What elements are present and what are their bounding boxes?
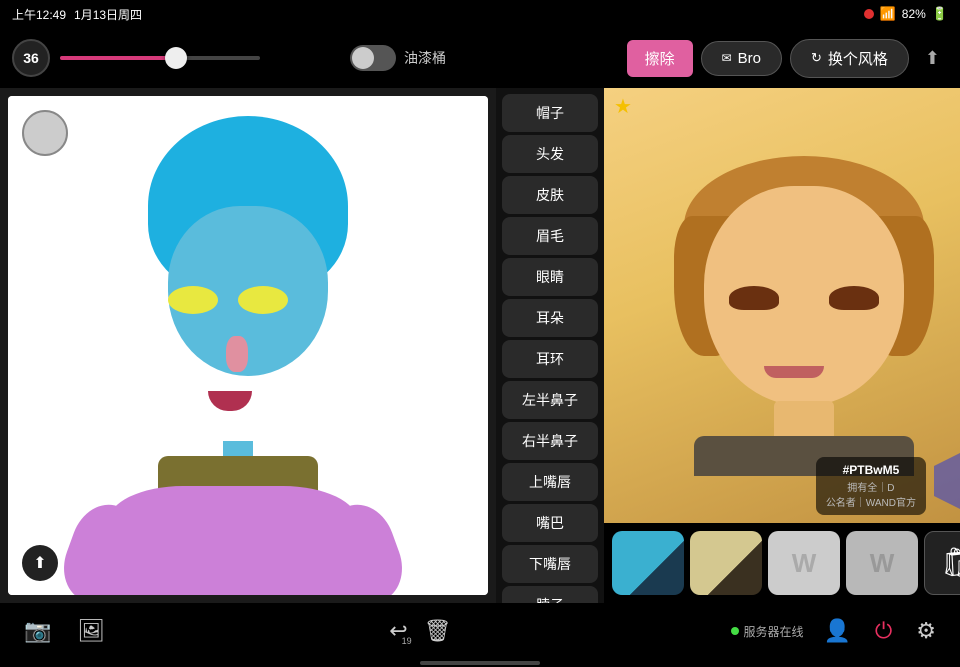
menu-item-eyebrow[interactable]: 眉毛 bbox=[502, 217, 598, 255]
ref-sub: 拥有全｜D bbox=[826, 479, 916, 494]
settings-icon: ⚙ bbox=[916, 618, 936, 643]
camera-button[interactable]: 📷 bbox=[20, 614, 55, 648]
person-icon: 👤 bbox=[823, 618, 850, 643]
bro-button[interactable]: ✉ Bro bbox=[701, 41, 782, 76]
bag-icon: 🛍 bbox=[941, 546, 960, 581]
swatch-w1[interactable]: W bbox=[768, 531, 840, 595]
main-layout: 36 油漆桶 擦除 ✉ Bro ↻ 换个风格 ⬆ bbox=[0, 28, 960, 667]
camera-icon: 📷 bbox=[24, 618, 51, 643]
brush-size-display: 36 bbox=[12, 39, 50, 77]
menu-item-hat[interactable]: 帽子 bbox=[502, 94, 598, 132]
oil-bucket-switch[interactable] bbox=[350, 45, 396, 71]
menu-item-earring[interactable]: 耳环 bbox=[502, 340, 598, 378]
menu-item-neck[interactable]: 脖子 bbox=[502, 586, 598, 603]
hex-icon bbox=[934, 451, 960, 511]
status-bar: 上午12:49 1月13日周四 📶 82% 🔋 bbox=[0, 0, 960, 28]
brush-slider-thumb[interactable] bbox=[165, 47, 187, 69]
record-indicator bbox=[864, 9, 874, 19]
oil-bucket-toggle: 油漆桶 bbox=[350, 45, 446, 71]
bro-icon: ✉ bbox=[722, 51, 732, 65]
eye-left-drawing bbox=[168, 286, 218, 314]
canvas-wrapper[interactable]: ⬆ bbox=[8, 96, 488, 595]
refresh-icon: ↻ bbox=[811, 50, 822, 66]
menu-item-nose-right[interactable]: 右半鼻子 bbox=[502, 422, 598, 460]
status-dot bbox=[731, 627, 739, 635]
status-right: 📶 82% 🔋 bbox=[864, 6, 948, 22]
date: 1月13日周四 bbox=[74, 6, 142, 23]
menu-item-mouth[interactable]: 嘴巴 bbox=[502, 504, 598, 542]
share-icon: ⬆ bbox=[925, 48, 940, 68]
menu-item-skin[interactable]: 皮肤 bbox=[502, 176, 598, 214]
menu-item-eye[interactable]: 眼睛 bbox=[502, 258, 598, 296]
swatch-w2[interactable]: W bbox=[846, 531, 918, 595]
anime-eye-right bbox=[829, 286, 879, 310]
delete-icon: 🗑 bbox=[424, 618, 452, 643]
settings-button[interactable]: ⚙ bbox=[912, 614, 940, 648]
swatch-blue[interactable] bbox=[612, 531, 684, 595]
wifi-icon: 📶 bbox=[880, 6, 896, 22]
color-preview[interactable] bbox=[22, 110, 68, 156]
eye-right-drawing bbox=[238, 286, 288, 314]
status-text: 服务器在线 bbox=[743, 623, 803, 640]
home-indicator bbox=[0, 659, 960, 667]
undo-button[interactable]: ↩ 19 bbox=[389, 618, 407, 644]
swatch-bag[interactable]: 🛍 bbox=[924, 531, 960, 595]
canvas-preview bbox=[8, 96, 488, 595]
server-status: 服务器在线 bbox=[731, 623, 803, 640]
reference-overlay: #PTBwM5 拥有全｜D 公名者｜WAND官方 bbox=[604, 443, 960, 523]
top-toolbar: 36 油漆桶 擦除 ✉ Bro ↻ 换个风格 ⬆ bbox=[0, 28, 960, 88]
menu-item-hair[interactable]: 头发 bbox=[502, 135, 598, 173]
anime-character bbox=[674, 156, 934, 466]
change-style-button[interactable]: ↻ 换个风格 bbox=[790, 39, 909, 78]
battery-text: 82% bbox=[902, 7, 926, 21]
bottom-center: ↩ 19 🗑 bbox=[109, 618, 731, 644]
swatch-w1-label: W bbox=[792, 548, 817, 579]
power-button[interactable]: ⏻ bbox=[871, 614, 896, 648]
style-swatches: W W 🛍 bbox=[604, 523, 960, 603]
swatch-w2-label: W bbox=[870, 548, 895, 579]
toolbar-right: 擦除 ✉ Bro ↻ 换个风格 ⬆ bbox=[627, 39, 948, 78]
person-button[interactable]: 👤 bbox=[819, 614, 854, 648]
menu-item-nose-left[interactable]: 左半鼻子 bbox=[502, 381, 598, 419]
gallery-icon: 🖼 bbox=[77, 618, 105, 643]
bottom-toolbar: 📷 🖼 ↩ 19 🗑 服务器在线 👤 ⏻ bbox=[0, 603, 960, 659]
upload-arrow-icon: ⬆ bbox=[33, 553, 46, 573]
bottom-right: 服务器在线 👤 ⏻ ⚙ bbox=[731, 614, 940, 648]
power-icon: ⏻ bbox=[875, 618, 892, 643]
share-button[interactable]: ⬆ bbox=[917, 43, 948, 74]
toggle-knob bbox=[352, 47, 374, 69]
reference-top-icons: ★ bbox=[614, 94, 632, 119]
menu-item-upper-lip[interactable]: 上嘴唇 bbox=[502, 463, 598, 501]
anime-mouth bbox=[764, 366, 824, 378]
status-left: 上午12:49 1月13日周四 bbox=[12, 6, 142, 23]
menu-item-ear[interactable]: 耳朵 bbox=[502, 299, 598, 337]
ref-tag: #PTBwM5 bbox=[826, 463, 916, 477]
erase-button[interactable]: 擦除 bbox=[627, 40, 693, 77]
reference-info-box: #PTBwM5 拥有全｜D 公名者｜WAND官方 bbox=[816, 457, 926, 515]
home-bar bbox=[420, 661, 540, 665]
gallery-button[interactable]: 🖼 bbox=[73, 614, 109, 648]
star-icon[interactable]: ★ bbox=[614, 94, 632, 119]
content-area: ⬆ 帽子 头发 皮肤 眉毛 眼睛 耳朵 耳环 左半鼻子 右半鼻子 上嘴唇 嘴巴 … bbox=[0, 88, 960, 603]
ref-account: 公名者｜WAND官方 bbox=[826, 494, 916, 509]
bottom-left-tools: 📷 🖼 bbox=[20, 614, 109, 648]
menu-item-lower-lip[interactable]: 下嘴唇 bbox=[502, 545, 598, 583]
brush-slider-track[interactable] bbox=[60, 56, 260, 60]
swatch-beige[interactable] bbox=[690, 531, 762, 595]
menu-panel: 帽子 头发 皮肤 眉毛 眼睛 耳朵 耳环 左半鼻子 右半鼻子 上嘴唇 嘴巴 下嘴… bbox=[496, 88, 604, 603]
battery-icon: 🔋 bbox=[932, 6, 948, 22]
undo-count: 19 bbox=[402, 636, 412, 646]
time: 上午12:49 bbox=[12, 6, 66, 23]
delete-button[interactable]: 🗑 bbox=[424, 618, 452, 644]
oil-bucket-label: 油漆桶 bbox=[404, 48, 446, 68]
reference-image: ★ ⬆ #PTBwM5 拥有全｜D 公名者｜WAND官方 bbox=[604, 88, 960, 523]
canvas-section: ⬆ bbox=[0, 88, 496, 603]
nose-drawing bbox=[226, 336, 248, 372]
right-panel: ★ ⬆ #PTBwM5 拥有全｜D 公名者｜WAND官方 bbox=[604, 88, 960, 603]
anime-eye-left bbox=[729, 286, 779, 310]
bro-label: Bro bbox=[738, 50, 761, 67]
change-style-label: 换个风格 bbox=[828, 48, 888, 69]
upload-icon[interactable]: ⬆ bbox=[22, 545, 58, 581]
